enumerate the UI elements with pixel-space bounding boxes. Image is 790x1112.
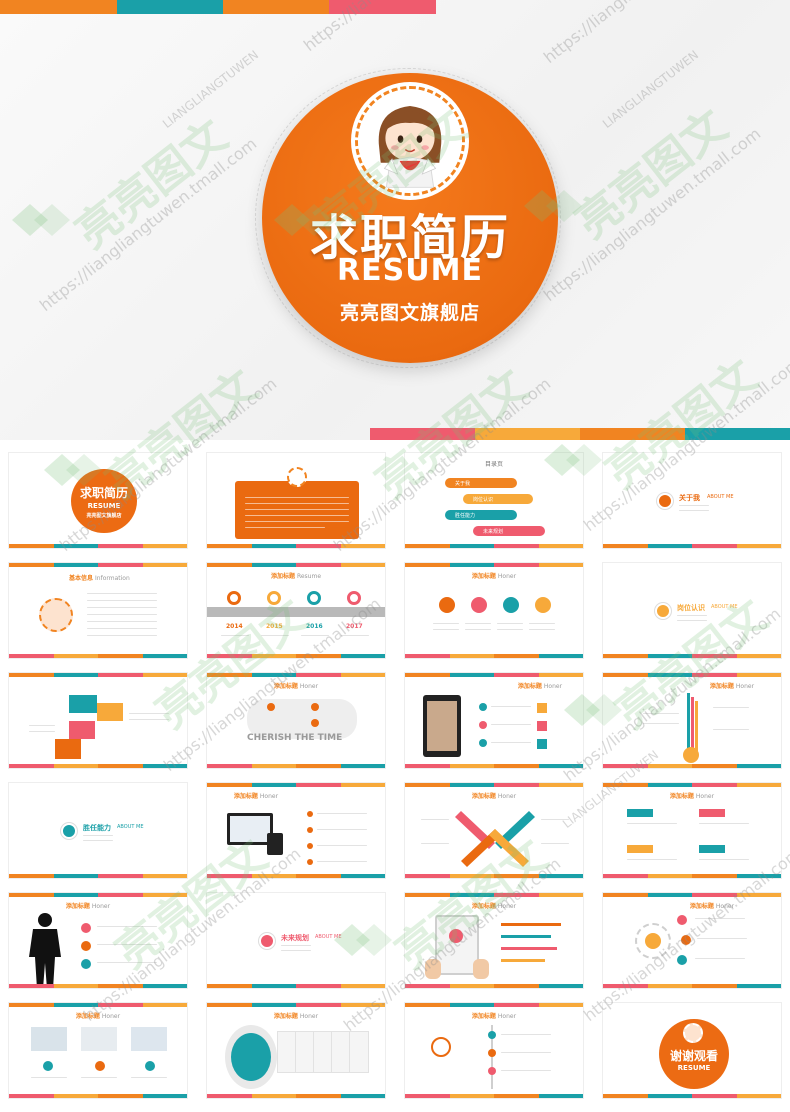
thumb-cover-shop: 亮亮图文旗舰店 <box>86 513 122 519</box>
thumb-cherish[interactable]: 添加标题 Honer CHERISH THE TIME <box>206 672 386 769</box>
thumb-timeline[interactable]: 添加标题 Resume 2014 2015 2016 2017 <box>206 562 386 659</box>
job-recognition-en: ABOUT ME <box>711 604 738 610</box>
page: 求职简历 RESUME 亮亮图文旗舰店 求职简历 RESUME 亮亮图文旗舰店 … <box>0 0 790 1112</box>
hero-color-stripe-bottom <box>370 428 790 440</box>
thumb-basic-info[interactable]: 基本信息 Information <box>8 562 188 659</box>
hero-slide: 求职简历 RESUME 亮亮图文旗舰店 <box>0 0 790 440</box>
thumb-photos[interactable]: 添加标题 Honer <box>8 1002 188 1099</box>
businessman-header: 添加标题 Honer <box>65 903 111 910</box>
timeline-year-1: 2014 <box>226 623 243 630</box>
basic-info-header: 基本信息 Information <box>69 575 130 582</box>
timeline-year-4: 2017 <box>346 623 363 630</box>
thumb-tablet[interactable]: 添加标题 Honer <box>404 672 584 769</box>
thumb-job-recognition[interactable]: 岗位认识 ABOUT ME <box>602 562 782 659</box>
hero-color-stripe-top <box>0 0 436 14</box>
thumb-steps[interactable]: 添加标题 Honer <box>404 1002 584 1099</box>
future-label: 未来规划 <box>281 934 309 942</box>
cartoon-girl-avatar <box>355 86 465 196</box>
thumb-cover[interactable]: 求职简历 RESUME 亮亮图文旗舰店 <box>8 452 188 549</box>
thumb-numbers[interactable]: 添加标题 Honer <box>602 782 782 879</box>
toc-item-3: 胜任能力 <box>455 513 476 519</box>
thumb-businessman[interactable]: 添加标题 Honer <box>8 892 188 989</box>
hands-header: 添加标题 Honer <box>471 903 517 910</box>
future-en: ABOUT ME <box>315 934 342 940</box>
honor-header: 添加标题 Honer <box>471 573 517 580</box>
about-me-en: ABOUT ME <box>707 494 734 500</box>
job-recognition-label: 岗位认识 <box>677 604 705 612</box>
ability-en: ABOUT ME <box>117 824 144 830</box>
toc-item-2: 岗位认识 <box>473 497 494 503</box>
branches-header: 添加标题 Honer <box>709 683 755 690</box>
toc-item-4: 未来规划 <box>483 529 504 535</box>
hero-subtitle: RESUME <box>337 253 483 288</box>
thanks-subtitle: RESUME <box>677 1064 711 1072</box>
thumb-columns[interactable]: 添加标题 Honer <box>206 1002 386 1099</box>
thanks-title: 谢谢观看 <box>669 1049 718 1063</box>
thumb-puzzle[interactable] <box>8 672 188 769</box>
thumb-ability[interactable]: 胜任能力 ABOUT ME <box>8 782 188 879</box>
thumb-devices[interactable]: 添加标题 Honer <box>206 782 386 879</box>
thumb-orbit[interactable]: 添加标题 Honer <box>602 892 782 989</box>
timeline-year-2: 2015 <box>266 623 283 630</box>
tablet-header: 添加标题 Honer <box>517 683 563 690</box>
cherish-header: 添加标题 Honer <box>273 683 319 690</box>
orbit-header: 添加标题 Honer <box>689 903 735 910</box>
thumb-honor-icons[interactable]: 添加标题 Honer <box>404 562 584 659</box>
devices-header: 添加标题 Honer <box>233 793 279 800</box>
steps-header: 添加标题 Honer <box>471 1013 517 1020</box>
thumb-toc-header: 目录页 <box>484 461 503 468</box>
thumb-branches[interactable]: 添加标题 Honer <box>602 672 782 769</box>
arrows-header: 添加标题 Honer <box>471 793 517 800</box>
thumb-cover-title: 求职简历 <box>79 486 128 500</box>
hero-shop-name: 亮亮图文旗舰店 <box>339 302 480 324</box>
photos-header: 添加标题 Honer <box>75 1013 121 1020</box>
thumb-cover-subtitle: RESUME <box>87 502 121 510</box>
thumb-about-me[interactable]: 关于我 ABOUT ME <box>602 452 782 549</box>
thumb-thanks[interactable]: 谢谢观看 RESUME <box>602 1002 782 1099</box>
timeline-header: 添加标题 Resume <box>270 573 322 580</box>
thumb-arrows[interactable]: 添加标题 Honer <box>404 782 584 879</box>
thumb-toc[interactable]: 目录页 关于我 岗位认识 胜任能力 未来规划 <box>404 452 584 549</box>
thumb-intro-card[interactable] <box>206 452 386 549</box>
thumb-future[interactable]: 未来规划 ABOUT ME <box>206 892 386 989</box>
numbers-header: 添加标题 Honer <box>669 793 715 800</box>
ability-label: 胜任能力 <box>83 824 111 832</box>
thumb-hands-tablet[interactable]: 添加标题 Honer <box>404 892 584 989</box>
columns-header: 添加标题 Honer <box>273 1013 319 1020</box>
cherish-text: CHERISH THE TIME <box>247 733 343 743</box>
about-me-label: 关于我 <box>679 494 700 502</box>
toc-item-1: 关于我 <box>455 481 471 487</box>
timeline-year-3: 2016 <box>306 623 323 630</box>
